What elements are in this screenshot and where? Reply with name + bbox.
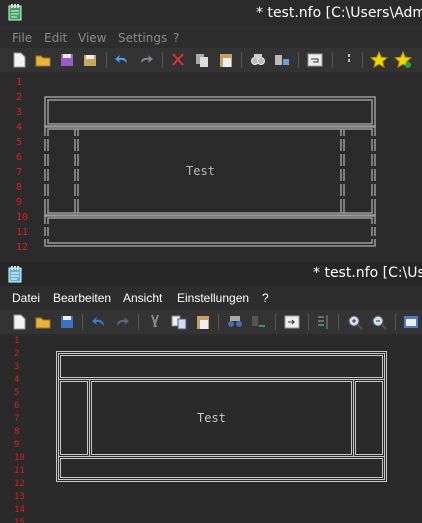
goto-icon[interactable]	[283, 313, 301, 331]
toolbar-separator	[395, 314, 396, 330]
toolbar	[0, 48, 422, 72]
paste-icon[interactable]	[217, 51, 235, 69]
window-title: * test.nfo [C:\Use	[313, 265, 422, 281]
save-icon[interactable]	[58, 51, 76, 69]
window-legacy: * test.nfo [C:\Users\Admin File Edit Vie…	[0, 0, 422, 258]
copy-icon[interactable]	[170, 313, 188, 331]
menu-bar: File Edit View Settings ?	[0, 28, 422, 48]
toolbar-separator	[106, 52, 107, 68]
zoom-out-icon[interactable]	[370, 313, 388, 331]
favorite-icon[interactable]	[370, 51, 388, 69]
toolbar-separator	[162, 52, 163, 68]
save-all-icon[interactable]	[82, 51, 100, 69]
editor-area[interactable]: 1 2 3 4 5 6 7 8 9 10 11 12 Test	[0, 74, 422, 258]
properties-icon[interactable]	[402, 313, 420, 331]
new-file-icon[interactable]	[10, 313, 28, 331]
undo-icon[interactable]	[113, 51, 131, 69]
title-bar[interactable]: * test.nfo [C:\Users\Admin	[0, 0, 422, 26]
window-german: * test.nfo [C:\Use Datei Bearbeiten Ansi…	[0, 262, 422, 523]
notepad-app-icon	[8, 4, 22, 21]
content-text: Test	[186, 164, 215, 178]
notepad-app-icon	[8, 266, 22, 283]
toolbar-separator	[138, 314, 139, 330]
menu-help[interactable]: ?	[262, 291, 269, 305]
paste-icon[interactable]	[194, 313, 212, 331]
content-text: Test	[197, 411, 226, 425]
column-icon[interactable]	[315, 313, 333, 331]
toolbar-separator	[332, 52, 333, 68]
copy-icon[interactable]	[193, 51, 211, 69]
menu-view[interactable]: View	[78, 31, 106, 45]
find-icon[interactable]	[249, 51, 267, 69]
cut-icon[interactable]	[146, 313, 164, 331]
menu-bar: Datei Bearbeiten Ansicht Einstellungen ?	[0, 288, 422, 308]
cut-icon[interactable]	[169, 51, 187, 69]
window-title: * test.nfo [C:\Users\Admin	[256, 5, 422, 21]
menu-edit[interactable]: Edit	[44, 31, 67, 45]
undo-icon[interactable]	[90, 313, 108, 331]
editor-area[interactable]: 1 2 3 4 5 6 7 8 9 10 11 12 13 14 15 Test	[0, 336, 422, 523]
open-folder-icon[interactable]	[34, 313, 52, 331]
toolbar	[0, 310, 422, 334]
toolbar-separator	[298, 52, 299, 68]
toolbar-separator	[82, 314, 83, 330]
toolbar-separator	[241, 52, 242, 68]
menu-settings[interactable]: Settings	[118, 31, 167, 45]
menu-ansicht[interactable]: Ansicht	[123, 291, 162, 305]
zoom-in-icon[interactable]	[346, 313, 364, 331]
split-icon[interactable]	[340, 51, 358, 69]
menu-datei[interactable]: Datei	[12, 291, 40, 305]
title-bar[interactable]: * test.nfo [C:\Use	[0, 262, 422, 286]
redo-icon[interactable]	[137, 51, 155, 69]
menu-file[interactable]: File	[12, 31, 32, 45]
new-file-icon[interactable]	[10, 51, 28, 69]
toolbar-separator	[308, 314, 309, 330]
redo-icon[interactable]	[113, 313, 131, 331]
toolbar-separator	[218, 314, 219, 330]
menu-einstellungen[interactable]: Einstellungen	[177, 291, 249, 305]
toolbar-separator	[275, 314, 276, 330]
replace-icon[interactable]	[273, 51, 291, 69]
replace-icon[interactable]	[250, 313, 268, 331]
favorite-add-icon[interactable]	[394, 51, 412, 69]
wrap-icon[interactable]	[306, 51, 324, 69]
save-icon[interactable]	[58, 313, 76, 331]
ascii-box-art	[56, 351, 387, 482]
find-icon[interactable]	[226, 313, 244, 331]
menu-help[interactable]: ?	[173, 31, 179, 45]
open-folder-icon[interactable]	[34, 51, 52, 69]
toolbar-separator	[338, 314, 339, 330]
toolbar-separator	[362, 52, 363, 68]
menu-bearbeiten[interactable]: Bearbeiten	[53, 291, 111, 305]
